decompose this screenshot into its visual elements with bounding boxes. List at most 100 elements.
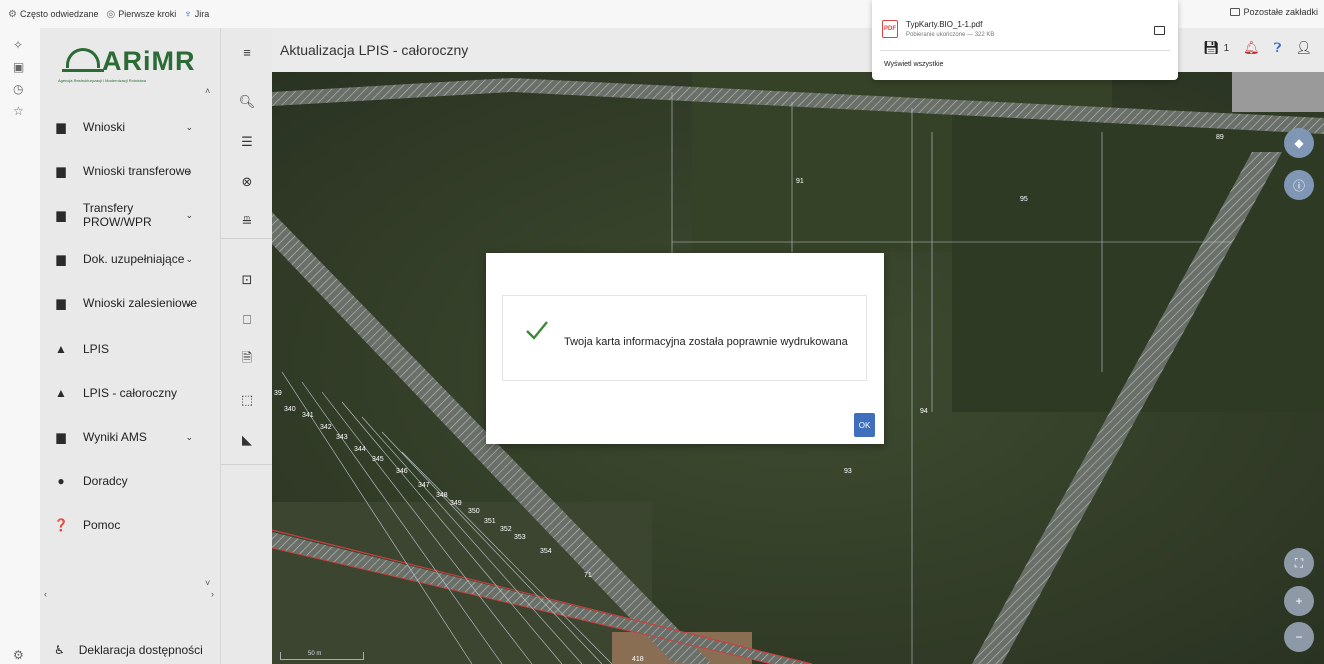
- bookmark-label: Pierwsze kroki: [118, 9, 177, 19]
- sidebar-item-transfery[interactable]: ▆ Transfery PROW/WPR ⌄: [40, 200, 205, 230]
- sidebar-item-lpis[interactable]: ▲ LPIS: [40, 334, 205, 364]
- plot-label: 350: [468, 508, 480, 515]
- sidebar-item-lpis-caloroczny[interactable]: ▲ LPIS - całoroczny: [40, 378, 205, 408]
- sidebar-item-wnioski[interactable]: ▆ Wnioski ⌄: [40, 112, 205, 142]
- clipboard-icon: ▆: [56, 164, 66, 178]
- sparkle-icon[interactable]: ✧: [13, 38, 23, 52]
- scroll-down-icon[interactable]: ˅: [205, 578, 210, 588]
- plot-label: 354: [540, 548, 552, 555]
- accessibility-declaration-link[interactable]: ♿ Deklaracja dostępności: [40, 636, 220, 664]
- dialog-body: Twoja karta informacyjna została poprawn…: [502, 295, 867, 381]
- zoom-out-button[interactable]: −: [1284, 622, 1314, 652]
- measure-icon[interactable]: ◣: [233, 428, 261, 452]
- logo-bar: [62, 69, 104, 72]
- chevron-down-icon: ⌄: [185, 165, 193, 176]
- logo-arc: [66, 48, 100, 68]
- layers-icon: ◆: [1294, 136, 1304, 150]
- layers-button[interactable]: ◆: [1284, 128, 1314, 158]
- sidebar-item-dok-uzupelniajace[interactable]: ▆ Dok. uzupełniające ⌄: [40, 244, 205, 274]
- other-bookmarks[interactable]: Pozostałe zakładki: [1230, 7, 1318, 17]
- plot-label: 71: [584, 572, 592, 579]
- sidebar-h-scrollbar[interactable]: ‹ ›: [40, 588, 218, 600]
- download-popup: PDF TypKarty.BIO_1-1.pdf Pobieranie ukoń…: [872, 0, 1178, 80]
- sidebar-item-label: LPIS - całoroczny: [83, 386, 178, 400]
- scroll-right-icon[interactable]: ›: [211, 589, 214, 599]
- scroll-left-icon[interactable]: ‹: [44, 589, 47, 599]
- clipboard-icon: ▆: [56, 296, 66, 310]
- sidebar-scrollbar[interactable]: ˄ ˅: [203, 86, 215, 606]
- bookmark-czesto[interactable]: ⚙ Często odwiedzane: [8, 9, 99, 20]
- fullscreen-button[interactable]: ⛶: [1284, 548, 1314, 578]
- person-icon: ●: [57, 474, 65, 488]
- sidebar-item-wyniki-ams[interactable]: ▆ Wyniki AMS ⌄: [40, 422, 205, 452]
- history-icon[interactable]: ◷: [13, 82, 23, 96]
- browser-side-rail: ✧ ▣ ◷ ☆ ⚙: [0, 28, 40, 664]
- scale-bar: [280, 652, 364, 660]
- bookmark-pierwsze-kroki[interactable]: ◎ Pierwsze kroki: [107, 9, 177, 20]
- sidebar-item-label: Doradcy: [83, 474, 128, 488]
- accessibility-label: Deklaracja dostępności: [78, 643, 203, 657]
- save-page-icon[interactable]: ▣: [13, 60, 24, 74]
- plus-icon: +: [1295, 594, 1303, 608]
- user-icon[interactable]: 👤︎: [1295, 40, 1312, 56]
- dashed-select-icon[interactable]: ⬚: [233, 388, 261, 412]
- plot-label: 343: [336, 434, 348, 441]
- app-window: ⚙ Często odwiedzane ◎ Pierwsze kroki ♆ J…: [0, 0, 1324, 664]
- select-area-icon[interactable]: ⊡: [233, 268, 261, 292]
- ok-button[interactable]: OK: [854, 413, 875, 437]
- sidebar-item-pomoc[interactable]: ❓ Pomoc: [40, 510, 205, 540]
- plot-label: 345: [372, 456, 384, 463]
- divider: [880, 50, 1170, 51]
- mountain-icon: ▲: [55, 386, 67, 400]
- sidebar-item-wnioski-transferowe[interactable]: ▆ Wnioski transferowe ⌄: [40, 156, 205, 186]
- sidebar-item-wnioski-zalesieniowe[interactable]: ▆ Wnioski zalesieniowe ⌄: [40, 288, 205, 318]
- bell-icon[interactable]: 🔔︎: [1243, 40, 1260, 56]
- save-icon[interactable]: 💾︎: [1203, 40, 1220, 56]
- plot-label: 39: [274, 390, 282, 397]
- chevron-down-icon: ⌄: [185, 209, 193, 220]
- plot-label: 351: [484, 518, 496, 525]
- bookmark-jira[interactable]: ♆ Jira: [184, 9, 209, 20]
- sidebar-item-doradcy[interactable]: ● Doradcy: [40, 466, 205, 496]
- zoom-in-button[interactable]: +: [1284, 586, 1314, 616]
- download-filename[interactable]: TypKarty.BIO_1-1.pdf: [906, 20, 982, 29]
- show-all-downloads-link[interactable]: Wyświetl wszystkie: [884, 61, 943, 68]
- bookmark-label: Jira: [194, 9, 210, 19]
- clipboard-icon: ▆: [56, 430, 66, 444]
- jira-icon: ♆: [184, 8, 192, 20]
- plot-label: 340: [284, 406, 296, 413]
- scroll-up-icon[interactable]: ˄: [205, 86, 210, 96]
- plot-label: 344: [354, 446, 366, 453]
- document-icon[interactable]: 🗎: [233, 348, 261, 372]
- list-icon[interactable]: ☰: [233, 130, 261, 154]
- scale-label: 50 m: [308, 651, 322, 657]
- settings-icon[interactable]: ⚙: [13, 648, 24, 662]
- mountain-icon: ▲: [55, 342, 67, 356]
- download-status: Pobieranie ukończone — 322 KB: [906, 32, 995, 38]
- arimr-logo[interactable]: ARiMR Agencja Restrukturyzacji i Moderni…: [58, 40, 208, 88]
- bookmark-label: Często odwiedzane: [19, 9, 99, 19]
- clear-icon[interactable]: ⊗: [233, 170, 261, 194]
- print-success-dialog: Twoja karta informacyjna została poprawn…: [486, 253, 884, 444]
- chevron-down-icon: ⌄: [185, 431, 193, 442]
- search-icon[interactable]: 🔍︎: [233, 90, 261, 114]
- plot-label: 93: [844, 468, 852, 475]
- info-button[interactable]: ⓘ: [1284, 170, 1314, 200]
- folder-icon: [1230, 8, 1241, 16]
- map-tools: ≡ 🔍︎ ☰ ⊗ ≞ ⊡ ⎕ 🗎 ⬚ ◣: [220, 28, 273, 664]
- star-icon[interactable]: ☆: [13, 104, 24, 118]
- info-box-icon[interactable]: ⎕: [233, 308, 261, 332]
- menu-toggle-icon[interactable]: ≡: [233, 40, 261, 64]
- plot-label: 94: [920, 408, 928, 415]
- filter-alert-icon[interactable]: ≞: [233, 210, 261, 234]
- gear-icon: ⚙: [8, 8, 17, 20]
- open-folder-icon[interactable]: [1154, 26, 1165, 35]
- plot-label: 352: [500, 526, 512, 533]
- globe-icon: ◎: [106, 8, 116, 20]
- checkmark-icon: [526, 321, 548, 340]
- chevron-down-icon: ⌄: [185, 121, 193, 132]
- chevron-down-icon: ⌄: [185, 253, 193, 264]
- help-icon[interactable]: ❓︎: [1274, 40, 1282, 56]
- sidebar-item-label: Wnioski transferowe: [83, 164, 192, 178]
- other-bookmarks-label: Pozostałe zakładki: [1243, 7, 1318, 17]
